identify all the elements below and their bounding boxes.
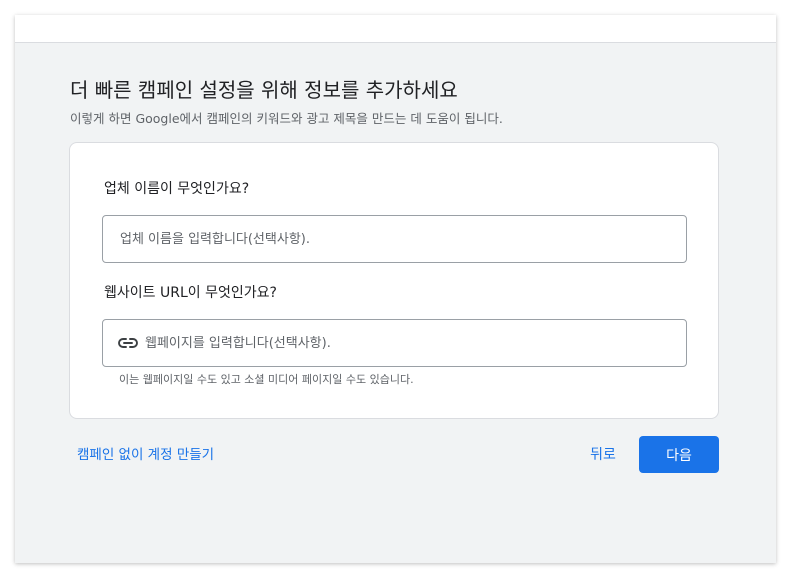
website-url-hint: 이는 웹페이지일 수도 있고 소셜 미디어 페이지일 수도 있습니다.: [119, 373, 414, 386]
next-button[interactable]: 다음: [639, 436, 719, 473]
website-url-input[interactable]: [139, 320, 686, 366]
business-name-label: 업체 이름이 무엇인가요?: [104, 181, 250, 197]
page-title: 더 빠른 캠페인 설정을 위해 정보를 추가하세요: [70, 78, 458, 102]
business-name-field-container: [102, 215, 687, 263]
form-card: 업체 이름이 무엇인가요? 웹사이트 URL이 무엇인가요? 이는 웹페이지일 …: [69, 142, 719, 419]
link-icon: [117, 332, 139, 354]
dialog-frame: 더 빠른 캠페인 설정을 위해 정보를 추가하세요 이렇게 하면 Google에…: [15, 15, 776, 563]
business-name-input[interactable]: [103, 216, 686, 262]
website-url-label: 웹사이트 URL이 무엇인가요?: [104, 285, 277, 301]
page-subtitle: 이렇게 하면 Google에서 캠페인의 키워드와 광고 제목을 만드는 데 도…: [70, 111, 503, 126]
top-bar: [15, 15, 776, 43]
back-button[interactable]: 뒤로: [581, 436, 625, 472]
website-url-field-container: [102, 319, 687, 367]
create-account-without-campaign-link[interactable]: 캠페인 없이 계정 만들기: [77, 443, 214, 463]
